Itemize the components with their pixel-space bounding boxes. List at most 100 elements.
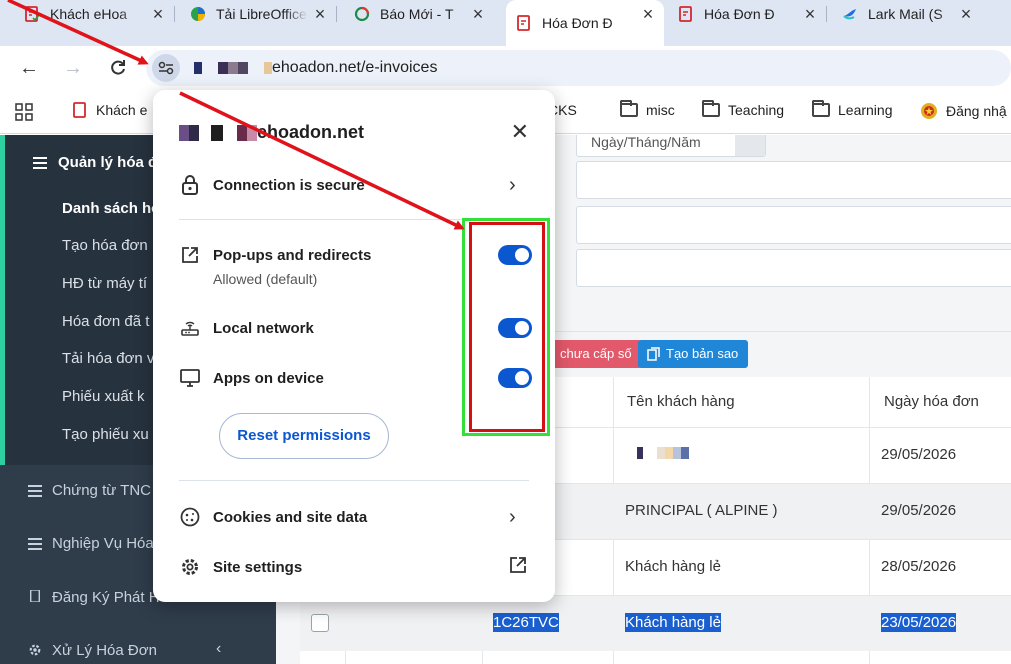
row-checkbox[interactable] (311, 614, 329, 632)
copy-icon (647, 347, 660, 361)
forward-icon[interactable]: → (60, 55, 86, 81)
sidebar-item-download[interactable]: Tải hóa đơn v (62, 350, 154, 367)
tab-title: Báo Mới - T (380, 6, 454, 22)
site-settings-label: Site settings (213, 558, 303, 576)
connection-label: Connection is secure (213, 176, 365, 194)
invoice-date: 23/05/2026 (881, 613, 957, 632)
permission-label: Local network (213, 319, 314, 337)
connection-row[interactable]: Connection is secure › (153, 174, 555, 196)
close-icon[interactable]: × (638, 4, 658, 24)
tab-strip: Khách eHoa × Tải LibreOffice × Báo Mới -… (0, 0, 1011, 46)
close-icon[interactable]: × (956, 4, 976, 24)
chevron-right-icon: › (509, 505, 516, 528)
close-icon[interactable]: × (310, 4, 330, 24)
chevron-left-icon[interactable]: ‹ (216, 640, 221, 658)
cookies-row[interactable]: Cookies and site data › (153, 506, 555, 528)
sidebar-group-operations[interactable]: Nghiệp Vụ Hóa (52, 535, 154, 552)
bookmark-first[interactable]: Khách e (72, 102, 147, 118)
tab-2[interactable]: Báo Mới - T × (354, 0, 494, 28)
bookmark-folder-learning[interactable]: Learning (812, 100, 893, 118)
sidebar-item-issued[interactable]: Hóa đơn đã t (62, 313, 149, 330)
blurred-customer (637, 446, 689, 463)
gear-icon (179, 556, 201, 578)
site-info-button[interactable] (152, 54, 180, 82)
cookies-label: Cookies and site data (213, 508, 368, 526)
tab-separator (336, 6, 337, 22)
sidebar-group-process[interactable]: Xử Lý Hóa Đơn (52, 642, 157, 659)
column-header-date[interactable]: Ngày hóa đơn (884, 377, 979, 427)
document-icon (30, 590, 40, 602)
tab-5[interactable]: Lark Mail (S × (842, 0, 982, 28)
reload-icon[interactable] (105, 55, 131, 81)
popup-domain: ehoadon.net (179, 122, 364, 143)
unissued-button[interactable]: chưa cấp số (550, 340, 642, 368)
filter-field-2[interactable] (576, 206, 1011, 244)
back-icon[interactable]: ← (16, 55, 42, 81)
sidebar-item-list[interactable]: Danh sách hó (62, 200, 160, 217)
gear-icon (29, 644, 41, 656)
sidebar-item-export-slip[interactable]: Phiếu xuất k (62, 388, 145, 405)
folder-icon (702, 100, 720, 117)
copy-button[interactable]: Tạo bản sao (638, 340, 749, 368)
tab-title: Hóa Đơn Đ (704, 6, 775, 22)
invoice-symbol: 1C26TVC (493, 613, 559, 632)
external-link-icon (509, 556, 527, 579)
site-settings-row[interactable]: Site settings (153, 556, 555, 578)
lock-icon (179, 174, 201, 196)
sidebar-group-register[interactable]: Đăng Ký Phát H (52, 589, 160, 606)
tab-title: Lark Mail (S (868, 6, 943, 22)
reset-permissions-button[interactable]: Reset permissions (219, 413, 389, 459)
close-icon[interactable]: × (468, 4, 488, 24)
sidebar-group-tnc[interactable]: Chứng từ TNC (52, 482, 151, 499)
invoice-icon (678, 6, 694, 22)
close-icon[interactable]: × (800, 4, 820, 24)
folder-icon (620, 100, 638, 117)
invoice-icon (516, 15, 532, 31)
cookie-icon (179, 506, 201, 528)
copy-button-label: Tạo bản sao (666, 346, 739, 361)
bookmark-folder-teaching[interactable]: Teaching (702, 100, 785, 118)
tab-3[interactable]: Hóa Đơn Đ × (506, 0, 664, 46)
popup-domain-text: ehoadon.net (257, 122, 364, 142)
invoice-date: 29/05/2026 (881, 446, 957, 463)
tab-0[interactable]: Khách eHoa × (24, 0, 175, 28)
bookmark-login[interactable]: Đăng nhậ (920, 102, 1007, 120)
emblem-icon (920, 102, 938, 120)
sidebar-item-create-slip[interactable]: Tạo phiếu xu (62, 426, 149, 443)
tab-title: Khách eHoa (50, 6, 128, 22)
close-icon[interactable]: × (148, 4, 168, 24)
annotation-highlight-red (469, 222, 545, 432)
tab-4[interactable]: Hóa Đơn Đ × (678, 0, 827, 28)
customer-name: Khách hàng lẻ (625, 613, 721, 632)
lark-icon (842, 6, 858, 22)
calendar-icon[interactable] (735, 135, 765, 156)
filter-field-3[interactable] (576, 249, 1011, 287)
tab-separator (174, 6, 175, 22)
bookmark-label: Khách e (96, 102, 148, 118)
tab-separator (826, 6, 827, 22)
baomoi-icon (354, 6, 370, 22)
close-icon[interactable]: ✕ (511, 120, 529, 144)
apps-icon[interactable] (14, 102, 34, 122)
customer-name: PRINCIPAL ( ALPINE ) (625, 502, 778, 519)
sidebar-item-hd-machine[interactable]: HĐ từ máy tí (62, 275, 147, 292)
list-icon (33, 157, 47, 169)
bookmark-label: Teaching (728, 102, 785, 118)
browser-toolbar: ← → ehoadon.net/e-invoices (0, 46, 1011, 90)
tab-1[interactable]: Tải LibreOffice × (190, 0, 337, 28)
invoice-date: 29/05/2026 (881, 502, 957, 519)
invoice-date: 28/05/2026 (881, 558, 957, 575)
sidebar-section-title[interactable]: Quản lý hóa đ (58, 154, 157, 171)
date-placeholder: Ngày/Tháng/Năm (591, 135, 701, 150)
sidebar-item-create[interactable]: Tạo hóa đơn (62, 237, 148, 254)
external-open-icon (179, 244, 201, 266)
omnibox[interactable]: ehoadon.net/e-invoices (146, 50, 1011, 86)
tab-title: Tải LibreOffice (216, 6, 307, 22)
permission-status: Allowed (default) (213, 271, 318, 287)
filter-field-1[interactable] (576, 161, 1011, 199)
invoice-icon (72, 102, 88, 118)
bookmark-folder-misc[interactable]: misc (620, 100, 675, 118)
table-row[interactable]: 1C26TVC Khách hàng lẻ 23/05/2026 (300, 595, 1011, 651)
date-field[interactable]: Ngày/Tháng/Năm (576, 135, 766, 157)
column-header-customer[interactable]: Tên khách hàng (627, 377, 735, 427)
